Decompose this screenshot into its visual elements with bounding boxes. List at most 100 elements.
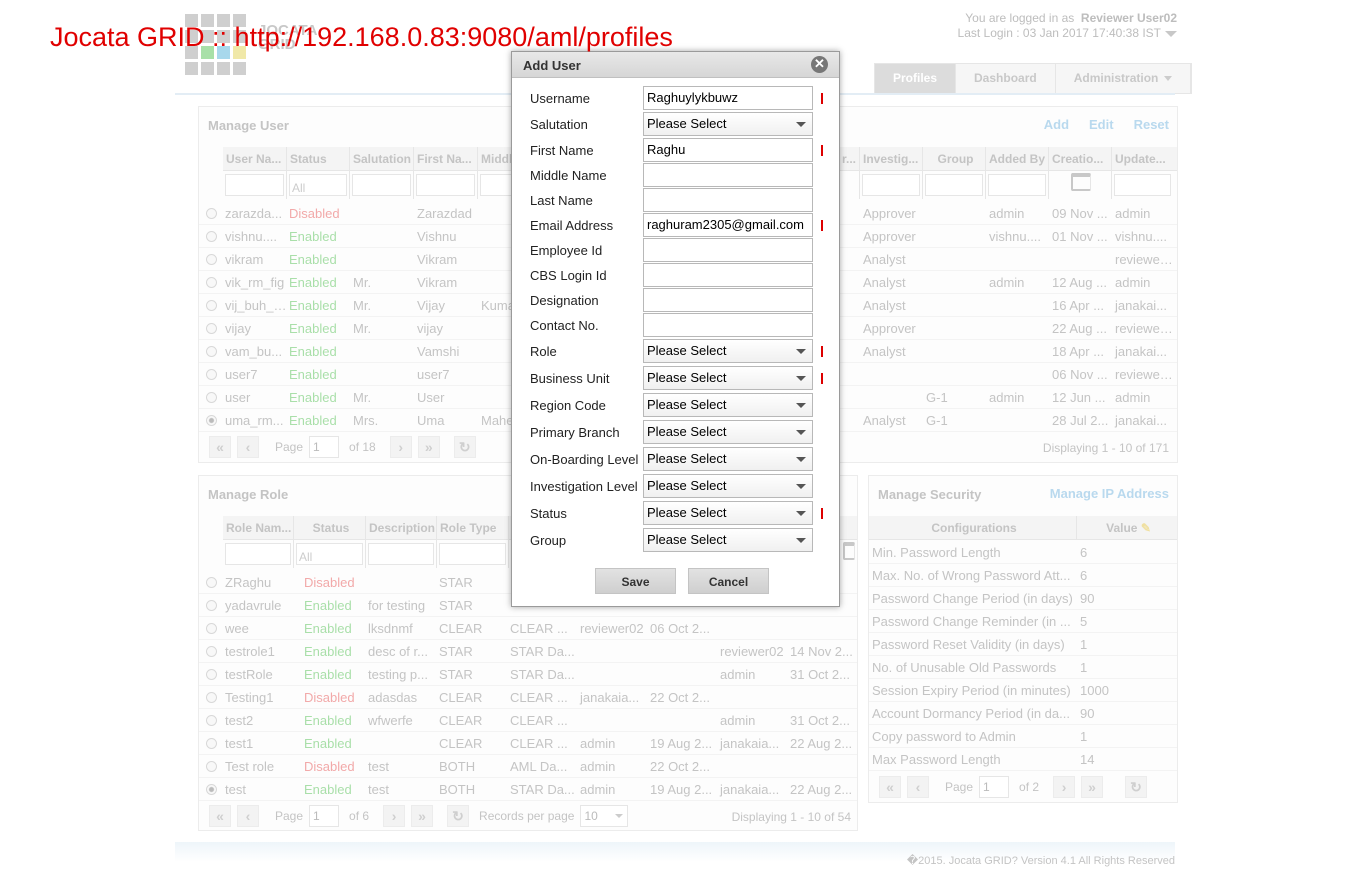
row-radio[interactable] (199, 686, 223, 708)
manage-ip-address-link[interactable]: Manage IP Address (1050, 486, 1169, 501)
col-added-by[interactable]: Added By (986, 147, 1049, 170)
col-group[interactable]: Group (923, 147, 986, 170)
table-row[interactable]: wee Enabled lksdnmf CLEAR CLEAR ... reviewer0… (199, 617, 857, 640)
first-page-icon[interactable]: « (209, 436, 231, 458)
username-filter[interactable] (225, 174, 284, 196)
pencil-icon[interactable]: ✎ (1141, 521, 1151, 535)
refresh-icon[interactable]: ↻ (447, 805, 470, 827)
last-page-icon[interactable]: » (1081, 776, 1104, 798)
last-name-input[interactable] (643, 188, 813, 212)
row-radio[interactable] (199, 271, 223, 293)
col-investigation[interactable]: Investig... (860, 147, 923, 170)
last-page-icon[interactable]: » (411, 805, 434, 827)
row-radio[interactable] (199, 571, 223, 593)
status-select[interactable]: Please Select (643, 501, 813, 525)
row-radio[interactable] (199, 317, 223, 339)
row-radio[interactable] (199, 386, 223, 408)
prev-page-icon[interactable]: ‹ (237, 436, 259, 458)
col-configurations[interactable]: Configurations (869, 516, 1077, 539)
col-role-status[interactable]: Status (294, 516, 366, 539)
chevron-down-icon[interactable] (1165, 30, 1177, 37)
region-code-select[interactable]: Please Select (643, 393, 813, 417)
records-per-page-select[interactable]: 10 (580, 805, 629, 827)
group-filter[interactable] (925, 174, 983, 196)
first-page-icon[interactable]: « (879, 776, 901, 798)
updated-filter[interactable] (1114, 174, 1171, 196)
row-radio[interactable] (199, 640, 223, 662)
role-type-filter[interactable] (439, 543, 506, 565)
table-row[interactable]: Min. Password Length 6 (869, 541, 1177, 564)
close-icon[interactable]: ✕ (811, 56, 828, 73)
add-user-link[interactable]: Add (1044, 117, 1069, 132)
col-username[interactable]: User Na... (223, 147, 287, 170)
addedby-filter[interactable] (988, 174, 1046, 196)
table-row[interactable]: test2 Enabled wfwerfe CLEAR CLEAR ... admin 31… (199, 709, 857, 732)
role-select[interactable]: Please Select (643, 339, 813, 363)
save-button[interactable]: Save (595, 568, 676, 594)
status-filter[interactable]: All (289, 174, 347, 196)
prev-page-icon[interactable]: ‹ (907, 776, 929, 798)
page-input[interactable]: 1 (309, 805, 340, 827)
table-row[interactable]: Max Password Length 14 (869, 748, 1177, 771)
table-row[interactable]: Testing1 Disabled adasdas CLEAR CLEAR ... jan… (199, 686, 857, 709)
tab-profiles[interactable]: Profiles (875, 64, 957, 93)
row-radio[interactable] (199, 294, 223, 316)
business-unit-select[interactable]: Please Select (643, 366, 813, 390)
row-radio[interactable] (199, 225, 223, 247)
col-description[interactable]: Description (366, 516, 437, 539)
col-role-type[interactable]: Role Type (437, 516, 509, 539)
row-radio[interactable] (199, 248, 223, 270)
row-radio[interactable] (199, 363, 223, 385)
tab-dashboard[interactable]: Dashboard (956, 64, 1056, 93)
row-radio[interactable] (199, 663, 223, 685)
col-role-name[interactable]: Role Nam... (223, 516, 294, 539)
primary-branch-select[interactable]: Please Select (643, 420, 813, 444)
next-page-icon[interactable]: › (389, 436, 412, 458)
page-input[interactable]: 1 (309, 436, 340, 458)
page-input[interactable]: 1 (979, 776, 1010, 798)
prev-page-icon[interactable]: ‹ (237, 805, 259, 827)
col-salutation[interactable]: Salutation (350, 147, 414, 170)
table-row[interactable]: Session Expiry Period (in minutes) 1000 (869, 679, 1177, 702)
role-name-filter[interactable] (225, 543, 291, 565)
description-filter[interactable] (368, 543, 434, 565)
reset-user-link[interactable]: Reset (1134, 117, 1169, 132)
table-row[interactable]: Test role Disabled test BOTH AML Da... admin 2… (199, 755, 857, 778)
salutation-filter[interactable] (352, 174, 411, 196)
table-row[interactable]: Account Dormancy Period (in da... 90 (869, 702, 1177, 725)
row-radio[interactable] (199, 778, 223, 800)
email-address-input[interactable]: raghuram2305@gmail.com (643, 213, 813, 237)
col-status[interactable]: Status (287, 147, 350, 170)
row-radio[interactable] (199, 755, 223, 777)
investigation-level-select[interactable]: Please Select (643, 474, 813, 498)
table-row[interactable]: test Enabled test BOTH STAR Da... admin 19 Aug… (199, 778, 857, 801)
next-page-icon[interactable]: › (1053, 776, 1076, 798)
calendar-icon[interactable] (1071, 173, 1091, 191)
cbs-login-id-input[interactable] (643, 263, 813, 287)
table-row[interactable]: No. of Unusable Old Passwords 1 (869, 656, 1177, 679)
firstname-filter[interactable] (416, 174, 475, 196)
tab-administration[interactable]: Administration (1056, 64, 1192, 93)
table-row[interactable]: Max. No. of Wrong Password Att... 6 (869, 564, 1177, 587)
table-row[interactable]: testRole Enabled testing p... STAR STAR Da..… (199, 663, 857, 686)
designation-input[interactable] (643, 288, 813, 312)
contact-no-input[interactable] (643, 313, 813, 337)
table-row[interactable]: Password Change Reminder (in ... 5 (869, 610, 1177, 633)
row-radio[interactable] (199, 409, 223, 431)
group-select[interactable]: Please Select (643, 528, 813, 552)
col-firstname[interactable]: First Na... (414, 147, 478, 170)
edit-user-link[interactable]: Edit (1089, 117, 1114, 132)
middle-filter[interactable] (480, 174, 515, 196)
refresh-icon[interactable]: ↻ (453, 436, 476, 458)
row-radio[interactable] (199, 594, 223, 616)
employee-id-input[interactable] (643, 238, 813, 262)
row-radio[interactable] (199, 732, 223, 754)
calendar-icon[interactable] (843, 542, 855, 560)
username-input[interactable]: Raghuylykbuwz (643, 86, 813, 110)
role-status-filter[interactable]: All (296, 543, 363, 565)
table-row[interactable]: testrole1 Enabled desc of r... STAR STAR Da.… (199, 640, 857, 663)
last-page-icon[interactable]: » (417, 436, 440, 458)
col-creation[interactable]: Creatio... (1049, 147, 1112, 170)
row-radio[interactable] (199, 709, 223, 731)
on-boarding-level-select[interactable]: Please Select (643, 447, 813, 471)
